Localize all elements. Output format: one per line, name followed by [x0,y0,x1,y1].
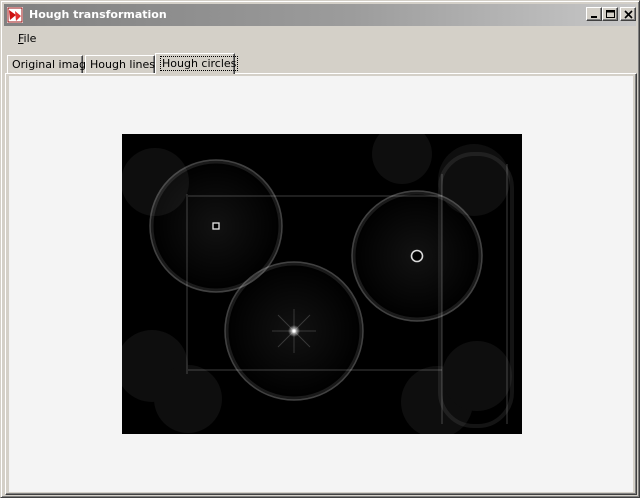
minimize-icon [591,16,597,18]
window-title: Hough transformation [29,8,167,21]
menu-file[interactable]: File [12,32,42,45]
minimize-button[interactable] [586,7,602,21]
app-icon[interactable] [7,7,23,23]
title-bar[interactable]: Hough transformation [4,4,636,26]
tab-hough-lines[interactable]: Hough lines [85,55,155,73]
maximize-button[interactable] [602,7,618,21]
close-icon [624,10,633,19]
menu-bar: File [4,28,636,50]
hough-circles-accumulator-image [122,134,522,434]
tab-hough-lines-label: Hough lines [90,58,156,71]
tab-original-image-label: Original image [12,58,93,71]
image-view [9,76,633,492]
accumulator-svg [122,134,522,434]
detected-circle-3 [224,261,364,401]
app-window: Hough transformation File Original image… [0,0,640,498]
tab-strip: Original image Hough lines Hough circles [7,53,637,74]
detected-circle-2 [351,190,483,322]
maximize-icon [606,10,615,18]
close-button[interactable] [620,7,636,21]
tab-hough-circles[interactable]: Hough circles [155,53,239,74]
menu-file-label-rest: ile [23,32,37,45]
tab-original-image[interactable]: Original image [7,55,93,73]
tab-hough-circles-label: Hough circles [160,56,239,71]
tab-panel-hough-circles [5,73,637,495]
